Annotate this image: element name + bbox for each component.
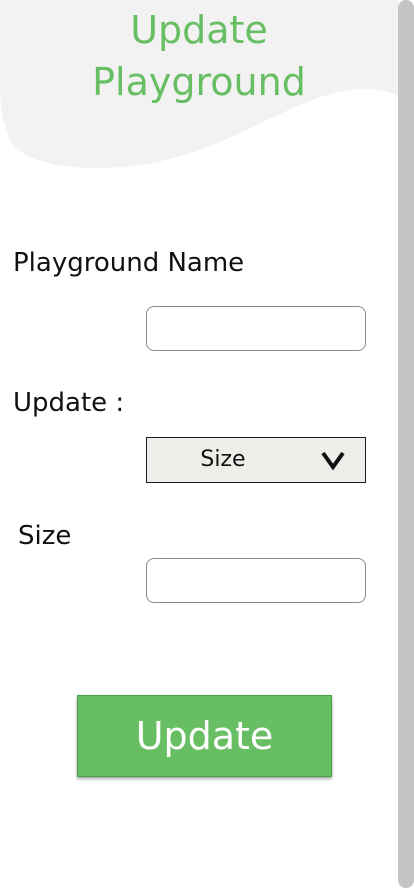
size-input[interactable] bbox=[146, 558, 366, 603]
chevron-down-icon bbox=[321, 451, 345, 470]
update-field-label: Update : bbox=[13, 388, 125, 418]
page-title-line-2: Playground bbox=[92, 60, 306, 104]
page-title-line-1: Update bbox=[130, 8, 268, 52]
scrollbar-thumb[interactable] bbox=[398, 0, 414, 888]
playground-name-input[interactable] bbox=[146, 306, 366, 351]
playground-name-label: Playground Name bbox=[13, 248, 245, 278]
update-field-select[interactable]: Size bbox=[146, 437, 366, 483]
update-button[interactable]: Update bbox=[77, 695, 332, 777]
size-label: Size bbox=[18, 521, 72, 551]
page-title: Update Playground bbox=[0, 4, 398, 108]
update-field-selected-value: Size bbox=[200, 447, 246, 472]
